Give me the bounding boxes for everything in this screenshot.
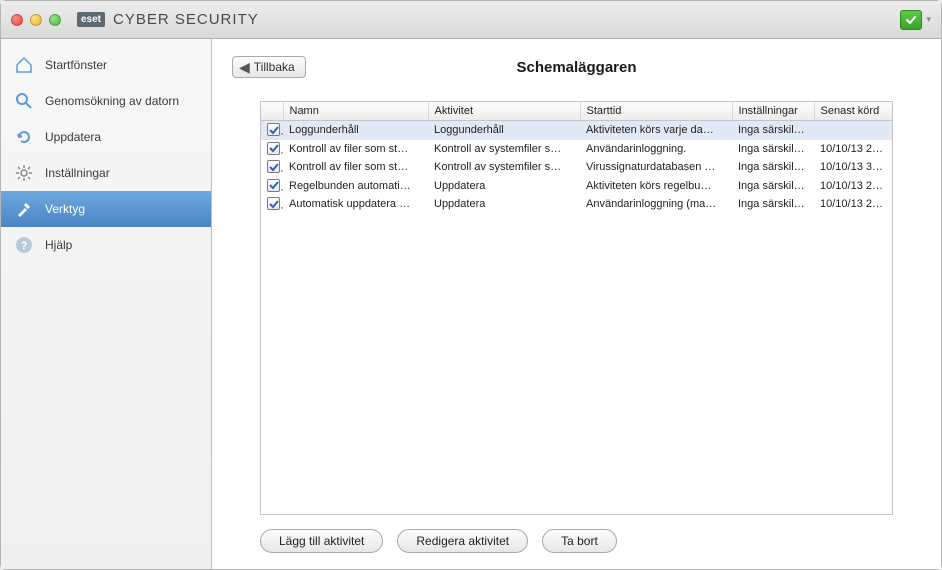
table-row[interactable]: Regelbunden automati…UppdateraAktivitete… xyxy=(261,177,892,196)
cell-start: Virussignaturdatabasen … xyxy=(580,158,732,177)
check-icon xyxy=(905,14,917,26)
chevron-down-icon[interactable]: ▾ xyxy=(926,14,931,25)
cell-settings: Inga särskil… xyxy=(732,121,814,140)
brand-logo: eset xyxy=(77,12,105,27)
cell-name: Automatisk uppdatera … xyxy=(283,195,428,214)
svg-text:?: ? xyxy=(21,240,28,252)
sidebar-item-label: Inställningar xyxy=(45,166,110,180)
sidebar: Startfönster Genomsökning av datorn Uppd… xyxy=(1,39,212,569)
cell-activity: Loggunderhåll xyxy=(428,121,580,140)
add-activity-button[interactable]: Lägg till aktivitet xyxy=(260,529,383,553)
table-header-row: Namn Aktivitet Starttid Inställningar Se… xyxy=(261,102,892,121)
sidebar-item-update[interactable]: Uppdatera xyxy=(1,119,211,155)
page-title: Schemaläggaren xyxy=(232,59,921,76)
sidebar-item-label: Uppdatera xyxy=(45,130,101,144)
row-checkbox[interactable] xyxy=(267,197,280,210)
tools-icon xyxy=(15,200,33,218)
refresh-icon xyxy=(15,128,33,146)
cell-lastrun: 10/10/13 3:… xyxy=(814,158,892,177)
search-icon xyxy=(15,92,33,110)
row-checkbox[interactable] xyxy=(267,179,280,192)
close-window-button[interactable] xyxy=(11,14,23,26)
sidebar-item-home[interactable]: Startfönster xyxy=(1,47,211,83)
cell-lastrun: 10/10/13 2:… xyxy=(814,195,892,214)
cell-start: Aktiviteten körs varje da… xyxy=(580,121,732,140)
cell-activity: Kontroll av systemfiler s… xyxy=(428,140,580,159)
table-row[interactable]: LoggunderhållLoggunderhållAktiviteten kö… xyxy=(261,121,892,140)
column-header-name[interactable]: Namn xyxy=(283,102,428,121)
help-icon: ? xyxy=(15,236,33,254)
sidebar-item-label: Hjälp xyxy=(45,238,72,252)
back-button-label: Tillbaka xyxy=(254,60,295,74)
cell-activity: Kontroll av systemfiler s… xyxy=(428,158,580,177)
chevron-left-icon: ◀ xyxy=(239,60,250,74)
gear-icon xyxy=(15,164,33,182)
column-header-settings[interactable]: Inställningar xyxy=(732,102,814,121)
cell-name: Kontroll av filer som st… xyxy=(283,140,428,159)
home-icon xyxy=(15,56,33,74)
minimize-window-button[interactable] xyxy=(30,14,42,26)
button-row: Lägg till aktivitet Redigera aktivitet T… xyxy=(232,515,921,553)
cell-start: Aktiviteten körs regelbu… xyxy=(580,177,732,196)
brand-text: CYBER SECURITY xyxy=(113,11,259,28)
main-content: ◀ Tillbaka Schemaläggaren Namn xyxy=(212,39,941,569)
sidebar-item-help[interactable]: ? Hjälp xyxy=(1,227,211,263)
sidebar-item-scan[interactable]: Genomsökning av datorn xyxy=(1,83,211,119)
sidebar-item-label: Verktyg xyxy=(45,202,85,216)
scheduler-table: Namn Aktivitet Starttid Inställningar Se… xyxy=(260,101,893,515)
cell-name: Kontroll av filer som st… xyxy=(283,158,428,177)
cell-start: Användarinloggning. xyxy=(580,140,732,159)
cell-start: Användarinloggning (ma… xyxy=(580,195,732,214)
edit-activity-button[interactable]: Redigera aktivitet xyxy=(397,529,528,553)
cell-activity: Uppdatera xyxy=(428,177,580,196)
sidebar-item-tools[interactable]: Verktyg xyxy=(1,191,211,227)
cell-lastrun: 10/10/13 2:… xyxy=(814,140,892,159)
cell-name: Loggunderhåll xyxy=(283,121,428,140)
delete-activity-button[interactable]: Ta bort xyxy=(542,529,617,553)
titlebar: eset CYBER SECURITY ▾ xyxy=(1,1,941,39)
cell-lastrun xyxy=(814,121,892,140)
cell-settings: Inga särskil… xyxy=(732,158,814,177)
column-header-lastrun[interactable]: Senast körd xyxy=(814,102,892,121)
window-controls xyxy=(11,14,61,26)
cell-lastrun: 10/10/13 2:… xyxy=(814,177,892,196)
column-header-checkbox[interactable] xyxy=(261,102,283,121)
table-row[interactable]: Automatisk uppdatera …UppdateraAnvändari… xyxy=(261,195,892,214)
table-row[interactable]: Kontroll av filer som st…Kontroll av sys… xyxy=(261,158,892,177)
table-row[interactable]: Kontroll av filer som st…Kontroll av sys… xyxy=(261,140,892,159)
column-header-start[interactable]: Starttid xyxy=(580,102,732,121)
cell-name: Regelbunden automati… xyxy=(283,177,428,196)
protection-status-button[interactable] xyxy=(900,10,922,30)
row-checkbox[interactable] xyxy=(267,160,280,173)
column-header-activity[interactable]: Aktivitet xyxy=(428,102,580,121)
sidebar-item-label: Startfönster xyxy=(45,58,107,72)
cell-settings: Inga särskil… xyxy=(732,177,814,196)
cell-settings: Inga särskil… xyxy=(732,195,814,214)
row-checkbox[interactable] xyxy=(267,142,280,155)
cell-settings: Inga särskil… xyxy=(732,140,814,159)
row-checkbox[interactable] xyxy=(267,123,280,136)
brand: eset CYBER SECURITY xyxy=(77,11,259,28)
cell-activity: Uppdatera xyxy=(428,195,580,214)
back-button[interactable]: ◀ Tillbaka xyxy=(232,56,306,78)
zoom-window-button[interactable] xyxy=(49,14,61,26)
sidebar-item-label: Genomsökning av datorn xyxy=(45,94,179,108)
sidebar-item-settings[interactable]: Inställningar xyxy=(1,155,211,191)
